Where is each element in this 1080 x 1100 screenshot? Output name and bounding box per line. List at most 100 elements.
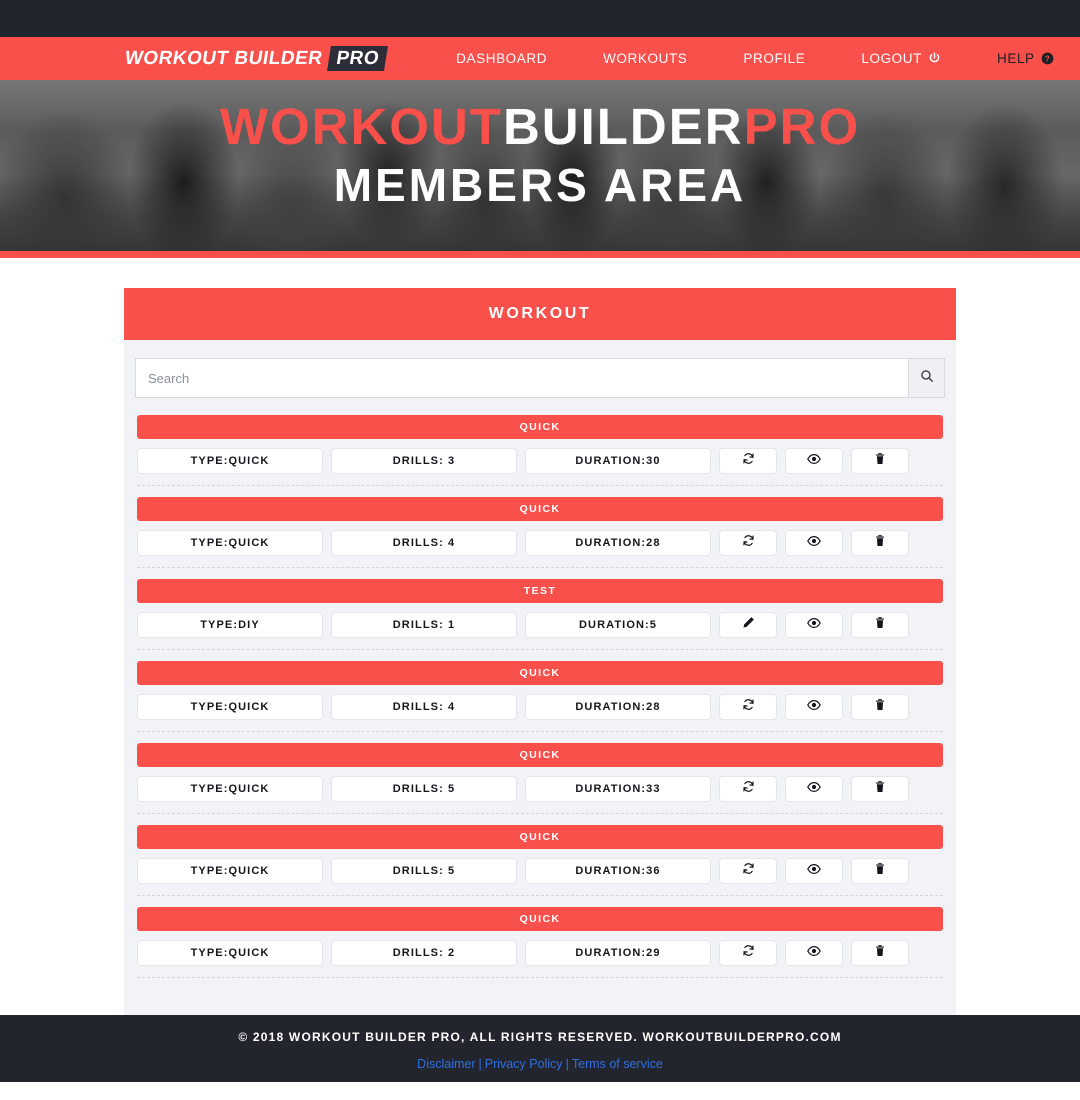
workout-view-button[interactable] <box>785 694 843 720</box>
workout-title-bar[interactable]: QUICK <box>137 497 943 521</box>
eye-icon <box>807 780 821 799</box>
workout-title-label: TEST <box>523 585 557 597</box>
site-logo[interactable]: WORKOUT BUILDER PRO <box>123 46 389 71</box>
workout-delete-button[interactable] <box>851 940 909 966</box>
workout-view-button[interactable] <box>785 612 843 638</box>
trash-icon <box>874 698 886 716</box>
hero-subtitle: MEMBERS AREA <box>333 158 747 211</box>
workout-title-label: QUICK <box>519 749 561 761</box>
workout-action-button[interactable] <box>719 530 777 556</box>
nav-label-profile: PROFILE <box>743 51 806 66</box>
card-body: QUICKTYPE:QUICKDRILLS: 3DURATION:30QUICK… <box>124 340 956 1015</box>
workout-title-bar[interactable]: QUICK <box>137 825 943 849</box>
trash-icon <box>874 780 886 798</box>
workout-title-bar[interactable]: QUICK <box>137 743 943 767</box>
nav-item-profile[interactable]: PROFILE <box>715 51 833 66</box>
workout-type-cell: TYPE:QUICK <box>137 940 323 966</box>
search-bar <box>135 358 945 398</box>
workout-view-button[interactable] <box>785 858 843 884</box>
workout-delete-button[interactable] <box>851 694 909 720</box>
row-separator <box>137 977 943 978</box>
workout-drills-cell: DRILLS: 5 <box>331 776 517 802</box>
nav-item-logout[interactable]: LOGOUT <box>833 51 969 66</box>
nav-item-workouts[interactable]: WORKOUTS <box>575 51 715 66</box>
nav-item-help[interactable]: HELP ? <box>969 51 1080 66</box>
workout-list: QUICK TYPE:QUICK DRILLS: 3 DURATION:30 QUICK… <box>135 415 945 989</box>
workout-view-button[interactable] <box>785 776 843 802</box>
workout-view-button[interactable] <box>785 530 843 556</box>
nav-links: DASHBOARD WORKOUTS PROFILE LOGOUT HELP ? <box>428 51 1080 66</box>
eye-icon <box>807 862 821 881</box>
workout-delete-button[interactable] <box>851 858 909 884</box>
workout-duration-cell: DURATION:28 <box>525 694 711 720</box>
workout-duration-cell: DURATION:29 <box>525 940 711 966</box>
workout-title-bar[interactable]: TEST <box>137 579 943 603</box>
nav-label-logout: LOGOUT <box>861 51 922 66</box>
workout-row: QUICK TYPE:QUICK DRILLS: 2 DURATION:29 <box>135 907 945 989</box>
trash-icon <box>874 452 886 470</box>
power-icon <box>928 52 941 65</box>
workout-detail-cells: TYPE:QUICK DRILLS: 3 DURATION:30 <box>135 448 945 474</box>
nav-item-dashboard[interactable]: DASHBOARD <box>428 51 575 66</box>
workout-view-button[interactable] <box>785 448 843 474</box>
workout-duration-cell: DURATION:36 <box>525 858 711 884</box>
workout-drills-cell: DRILLS: 2 <box>331 940 517 966</box>
trash-icon <box>874 862 886 880</box>
workout-action-button[interactable] <box>719 858 777 884</box>
workout-title-bar[interactable]: QUICK <box>137 661 943 685</box>
workout-delete-button[interactable] <box>851 448 909 474</box>
footer-link-terms-of-service[interactable]: Terms of service <box>572 1057 663 1071</box>
workout-delete-button[interactable] <box>851 530 909 556</box>
trash-icon <box>874 616 886 634</box>
svg-text:?: ? <box>1044 54 1049 63</box>
page-footer: © 2018 WORKOUT BUILDER PRO, ALL RIGHTS R… <box>0 1015 1080 1082</box>
workout-type-cell: TYPE:QUICK <box>137 448 323 474</box>
workout-drills-cell: DRILLS: 4 <box>331 694 517 720</box>
eye-icon <box>807 452 821 471</box>
footer-link-disclaimer[interactable]: Disclaimer <box>417 1057 475 1071</box>
workout-title-label: QUICK <box>519 503 561 515</box>
workout-action-button[interactable] <box>719 776 777 802</box>
row-separator <box>137 567 943 568</box>
row-separator <box>137 485 943 486</box>
hero-banner: WORKOUTBUILDERPRO MEMBERS AREA <box>0 80 1080 251</box>
hero-word-workout: WORKOUT <box>219 98 503 155</box>
workout-type-cell: TYPE:QUICK <box>137 694 323 720</box>
footer-links: Disclaimer | Privacy Policy | Terms of servi… <box>0 1057 1080 1071</box>
workout-drills-cell: DRILLS: 1 <box>331 612 517 638</box>
workout-drills-cell: DRILLS: 4 <box>331 530 517 556</box>
workout-row: QUICK TYPE:QUICK DRILLS: 3 DURATION:30 <box>135 415 945 497</box>
workout-row: QUICK TYPE:QUICK DRILLS: 5 DURATION:36 <box>135 825 945 907</box>
workout-action-button[interactable] <box>719 612 777 638</box>
workout-action-button[interactable] <box>719 448 777 474</box>
refresh-icon <box>742 780 755 798</box>
page-body: WORKOUT QUICK TYPE:QUICK DRILLS: 3 DURATION… <box>0 258 1080 1015</box>
hero-word-pro: PRO <box>743 98 861 155</box>
workout-type-cell: TYPE:QUICK <box>137 776 323 802</box>
workout-delete-button[interactable] <box>851 776 909 802</box>
workout-duration-cell: DURATION:5 <box>525 612 711 638</box>
workout-delete-button[interactable] <box>851 612 909 638</box>
workout-type-cell: TYPE:DIY <box>137 612 323 638</box>
workout-duration-cell: DURATION:30 <box>525 448 711 474</box>
nav-label-dashboard: DASHBOARD <box>456 51 548 66</box>
footer-link-privacy-policy[interactable]: Privacy Policy <box>485 1057 563 1071</box>
card-header: WORKOUT <box>124 288 956 340</box>
workout-title-bar[interactable]: QUICK <box>137 415 943 439</box>
workout-action-button[interactable] <box>719 940 777 966</box>
workout-action-button[interactable] <box>719 694 777 720</box>
workout-detail-cells: TYPE:QUICK DRILLS: 4 DURATION:28 <box>135 694 945 720</box>
trash-icon <box>874 944 886 962</box>
workout-view-button[interactable] <box>785 940 843 966</box>
footer-copyright: © 2018 WORKOUT BUILDER PRO, ALL RIGHTS R… <box>238 1030 842 1044</box>
refresh-icon <box>742 534 755 552</box>
workout-title-label: QUICK <box>519 667 561 679</box>
workout-type-cell: TYPE:QUICK <box>137 530 323 556</box>
workout-title-label: QUICK <box>519 421 561 433</box>
workout-detail-cells: TYPE:QUICK DRILLS: 4 DURATION:28 <box>135 530 945 556</box>
workout-title-bar[interactable]: QUICK <box>137 907 943 931</box>
search-input[interactable] <box>135 358 908 398</box>
hero-bottom-stripe <box>0 251 1080 258</box>
search-button[interactable] <box>908 358 945 398</box>
main-navbar: WORKOUT BUILDER PRO DASHBOARD WORKOUTS P… <box>0 37 1080 80</box>
